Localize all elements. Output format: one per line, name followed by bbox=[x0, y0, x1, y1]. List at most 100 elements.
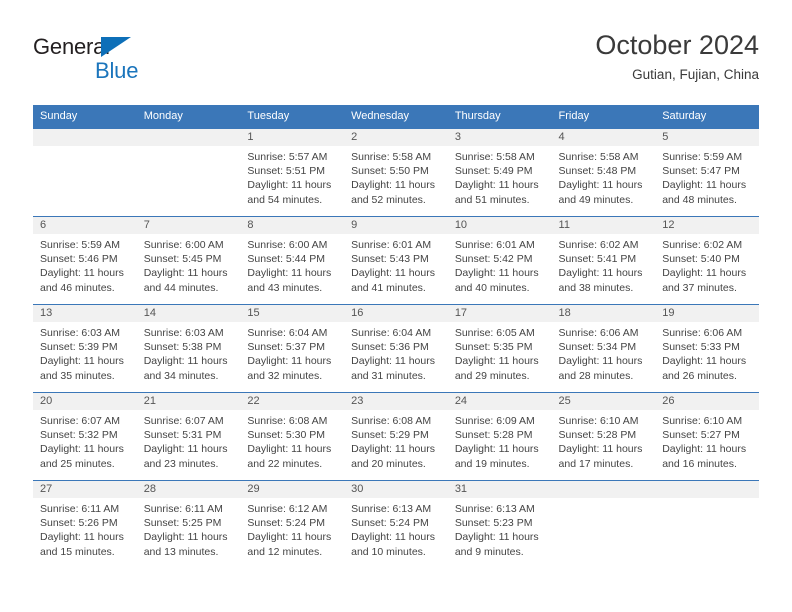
daylight-text: Daylight: 11 hours and 17 minutes. bbox=[558, 443, 643, 470]
sunrise-text: Sunrise: 5:59 AM bbox=[40, 239, 120, 251]
calendar-day-cell[interactable]: 22 Sunrise: 6:08 AM Sunset: 5:30 PM Dayligh… bbox=[240, 392, 345, 481]
brand-name-general: General bbox=[33, 34, 110, 59]
daylight-text: Daylight: 11 hours and 28 minutes. bbox=[558, 355, 643, 382]
calendar-day-cell[interactable]: 21 Sunrise: 6:07 AM Sunset: 5:31 PM Dayligh… bbox=[136, 392, 241, 481]
day-details: Sunrise: 6:04 AM Sunset: 5:36 PM Daylight:… bbox=[344, 322, 448, 383]
day-number: 9 bbox=[344, 217, 448, 234]
day-details: Sunrise: 6:13 AM Sunset: 5:24 PM Daylight:… bbox=[344, 498, 448, 559]
sunset-text: Sunset: 5:28 PM bbox=[558, 429, 637, 442]
brand-logo[interactable]: General Blue bbox=[33, 34, 173, 90]
weekday-header-wednesday: Wednesday bbox=[344, 105, 448, 129]
calendar-day-cell[interactable]: 26 Sunrise: 6:10 AM Sunset: 5:27 PM Dayligh… bbox=[655, 392, 759, 481]
daylight-text: Daylight: 11 hours and 40 minutes. bbox=[454, 267, 539, 294]
sunset-text: Sunset: 5:50 PM bbox=[351, 165, 429, 178]
sunset-text: Sunset: 5:29 PM bbox=[351, 429, 429, 442]
sunset-text: Sunset: 5:44 PM bbox=[247, 253, 326, 266]
daylight-text: Daylight: 11 hours and 46 minutes. bbox=[40, 267, 124, 294]
weekday-header-thursday: Thursday bbox=[447, 105, 552, 129]
calendar-day-cell[interactable]: 23 Sunrise: 6:08 AM Sunset: 5:29 PM Dayligh… bbox=[344, 392, 448, 481]
calendar-week-row: 20 Sunrise: 6:07 AM Sunset: 5:32 PM Dayligh… bbox=[33, 392, 759, 481]
calendar-day-cell[interactable]: 28 Sunrise: 6:11 AM Sunset: 5:25 PM Dayligh… bbox=[136, 480, 241, 568]
sunrise-text: Sunrise: 6:04 AM bbox=[351, 327, 432, 339]
calendar-day-cell[interactable]: 1 Sunrise: 5:57 AM Sunset: 5:51 PM Daylight… bbox=[240, 128, 345, 217]
day-details: Sunrise: 6:09 AM Sunset: 5:28 PM Daylight:… bbox=[448, 410, 552, 471]
day-details: Sunrise: 6:00 AM Sunset: 5:44 PM Daylight:… bbox=[240, 234, 344, 295]
calendar-day-cell[interactable]: 20 Sunrise: 6:07 AM Sunset: 5:32 PM Dayligh… bbox=[33, 392, 137, 481]
weekday-header-saturday: Saturday bbox=[655, 105, 759, 129]
calendar-day-cell[interactable]: 31 Sunrise: 6:13 AM Sunset: 5:23 PM Dayligh… bbox=[447, 480, 552, 568]
calendar-day-cell[interactable]: 10 Sunrise: 6:01 AM Sunset: 5:42 PM Dayligh… bbox=[447, 216, 552, 305]
weekday-header-row: Sunday Monday Tuesday Wednesday Thursday Frid… bbox=[33, 105, 759, 129]
calendar-day-cell[interactable]: 3 Sunrise: 5:58 AM Sunset: 5:49 PM Daylight… bbox=[447, 128, 552, 217]
day-number: 31 bbox=[447, 481, 552, 498]
calendar-day-cell[interactable]: 13 Sunrise: 6:03 AM Sunset: 5:39 PM Dayligh… bbox=[33, 304, 137, 393]
calendar-day-cell[interactable]: 7 Sunrise: 6:00 AM Sunset: 5:45 PM Daylight… bbox=[136, 216, 241, 305]
sunrise-text: Sunrise: 6:02 AM bbox=[558, 239, 639, 251]
calendar-day-cell[interactable]: 25 Sunrise: 6:10 AM Sunset: 5:28 PM Dayligh… bbox=[551, 392, 656, 481]
sunrise-text: Sunrise: 6:08 AM bbox=[351, 415, 432, 427]
calendar-day-cell[interactable]: 6 Sunrise: 5:59 AM Sunset: 5:46 PM Daylight… bbox=[33, 216, 137, 305]
calendar-day-cell[interactable]: 18 Sunrise: 6:06 AM Sunset: 5:34 PM Dayligh… bbox=[551, 304, 656, 393]
sunrise-text: Sunrise: 6:08 AM bbox=[247, 415, 328, 427]
day-details: Sunrise: 6:13 AM Sunset: 5:23 PM Daylight:… bbox=[448, 498, 552, 559]
calendar-day-cell[interactable]: 14 Sunrise: 6:03 AM Sunset: 5:38 PM Dayligh… bbox=[136, 304, 241, 393]
day-number: 6 bbox=[33, 217, 137, 234]
day-number: 8 bbox=[240, 217, 345, 234]
calendar-day-cell[interactable]: 11 Sunrise: 6:02 AM Sunset: 5:41 PM Dayligh… bbox=[551, 216, 656, 305]
day-details: Sunrise: 5:58 AM Sunset: 5:50 PM Daylight:… bbox=[344, 146, 448, 207]
sunset-text: Sunset: 5:32 PM bbox=[40, 429, 118, 442]
day-number: 20 bbox=[33, 393, 137, 410]
sunset-text: Sunset: 5:25 PM bbox=[143, 517, 222, 530]
day-number: 14 bbox=[136, 305, 241, 322]
calendar-day-cell[interactable]: 30 Sunrise: 6:13 AM Sunset: 5:24 PM Dayligh… bbox=[344, 480, 448, 568]
triangle-icon bbox=[101, 37, 131, 57]
sunrise-text: Sunrise: 6:06 AM bbox=[558, 327, 639, 339]
day-number: 12 bbox=[655, 217, 759, 234]
sunrise-text: Sunrise: 6:12 AM bbox=[247, 503, 328, 515]
calendar-day-cell[interactable]: 5 Sunrise: 5:59 AM Sunset: 5:47 PM Daylight… bbox=[655, 128, 759, 217]
calendar-day-cell[interactable]: 17 Sunrise: 6:05 AM Sunset: 5:35 PM Dayligh… bbox=[447, 304, 552, 393]
day-details: Sunrise: 6:06 AM Sunset: 5:34 PM Daylight:… bbox=[552, 322, 656, 383]
calendar-day-cell[interactable]: 29 Sunrise: 6:12 AM Sunset: 5:24 PM Dayligh… bbox=[240, 480, 345, 568]
calendar-day-cell[interactable]: 4 Sunrise: 5:58 AM Sunset: 5:48 PM Daylight… bbox=[551, 128, 656, 217]
daylight-text: Daylight: 11 hours and 41 minutes. bbox=[351, 267, 435, 294]
sunset-text: Sunset: 5:38 PM bbox=[143, 341, 222, 354]
day-details: Sunrise: 5:59 AM Sunset: 5:47 PM Daylight:… bbox=[655, 146, 759, 207]
sunrise-text: Sunrise: 5:59 AM bbox=[662, 151, 743, 163]
day-details: Sunrise: 6:02 AM Sunset: 5:41 PM Daylight:… bbox=[552, 234, 656, 295]
sunrise-text: Sunrise: 5:57 AM bbox=[247, 151, 328, 163]
day-details: Sunrise: 6:11 AM Sunset: 5:26 PM Daylight:… bbox=[33, 498, 137, 559]
location-subtitle: Gutian, Fujian, China bbox=[632, 67, 759, 82]
sunrise-text: Sunrise: 6:07 AM bbox=[143, 415, 224, 427]
daylight-text: Daylight: 11 hours and 43 minutes. bbox=[247, 267, 332, 294]
calendar-day-cell[interactable]: 24 Sunrise: 6:09 AM Sunset: 5:28 PM Dayligh… bbox=[447, 392, 552, 481]
sunrise-text: Sunrise: 6:01 AM bbox=[351, 239, 432, 251]
calendar-day-cell[interactable]: 27 Sunrise: 6:11 AM Sunset: 5:26 PM Dayligh… bbox=[33, 480, 137, 568]
daylight-text: Daylight: 11 hours and 15 minutes. bbox=[40, 531, 124, 558]
weekday-header-tuesday: Tuesday bbox=[240, 105, 345, 129]
calendar-day-cell[interactable]: 2 Sunrise: 5:58 AM Sunset: 5:50 PM Daylight… bbox=[344, 128, 448, 217]
sunset-text: Sunset: 5:23 PM bbox=[454, 517, 533, 530]
daylight-text: Daylight: 11 hours and 54 minutes. bbox=[247, 179, 332, 206]
day-number: 22 bbox=[240, 393, 345, 410]
calendar-day-cell[interactable]: 9 Sunrise: 6:01 AM Sunset: 5:43 PM Daylight… bbox=[344, 216, 448, 305]
calendar-day-cell[interactable]: 8 Sunrise: 6:00 AM Sunset: 5:44 PM Daylight… bbox=[240, 216, 345, 305]
daylight-text: Daylight: 11 hours and 34 minutes. bbox=[143, 355, 228, 382]
sunset-text: Sunset: 5:27 PM bbox=[662, 429, 740, 442]
calendar-week-row: 13 Sunrise: 6:03 AM Sunset: 5:39 PM Dayligh… bbox=[33, 304, 759, 393]
day-details: Sunrise: 6:08 AM Sunset: 5:29 PM Daylight:… bbox=[344, 410, 448, 471]
sunset-text: Sunset: 5:51 PM bbox=[247, 165, 326, 178]
sunset-text: Sunset: 5:24 PM bbox=[351, 517, 429, 530]
day-number: 18 bbox=[551, 305, 656, 322]
day-number: 29 bbox=[240, 481, 345, 498]
calendar-day-cell[interactable]: 12 Sunrise: 6:02 AM Sunset: 5:40 PM Dayligh… bbox=[655, 216, 759, 305]
calendar-day-cell[interactable]: 19 Sunrise: 6:06 AM Sunset: 5:33 PM Dayligh… bbox=[655, 304, 759, 393]
day-number: 2 bbox=[344, 129, 448, 146]
calendar-day-cell[interactable]: 16 Sunrise: 6:04 AM Sunset: 5:36 PM Dayligh… bbox=[344, 304, 448, 393]
calendar-header-row: Sunday Monday Tuesday Wednesday Thursday Frid… bbox=[33, 105, 759, 129]
sunrise-text: Sunrise: 5:58 AM bbox=[351, 151, 432, 163]
sunset-text: Sunset: 5:30 PM bbox=[247, 429, 326, 442]
day-number: 30 bbox=[344, 481, 448, 498]
calendar-day-cell[interactable]: 15 Sunrise: 6:04 AM Sunset: 5:37 PM Dayligh… bbox=[240, 304, 345, 393]
daylight-text: Daylight: 11 hours and 49 minutes. bbox=[558, 179, 643, 206]
